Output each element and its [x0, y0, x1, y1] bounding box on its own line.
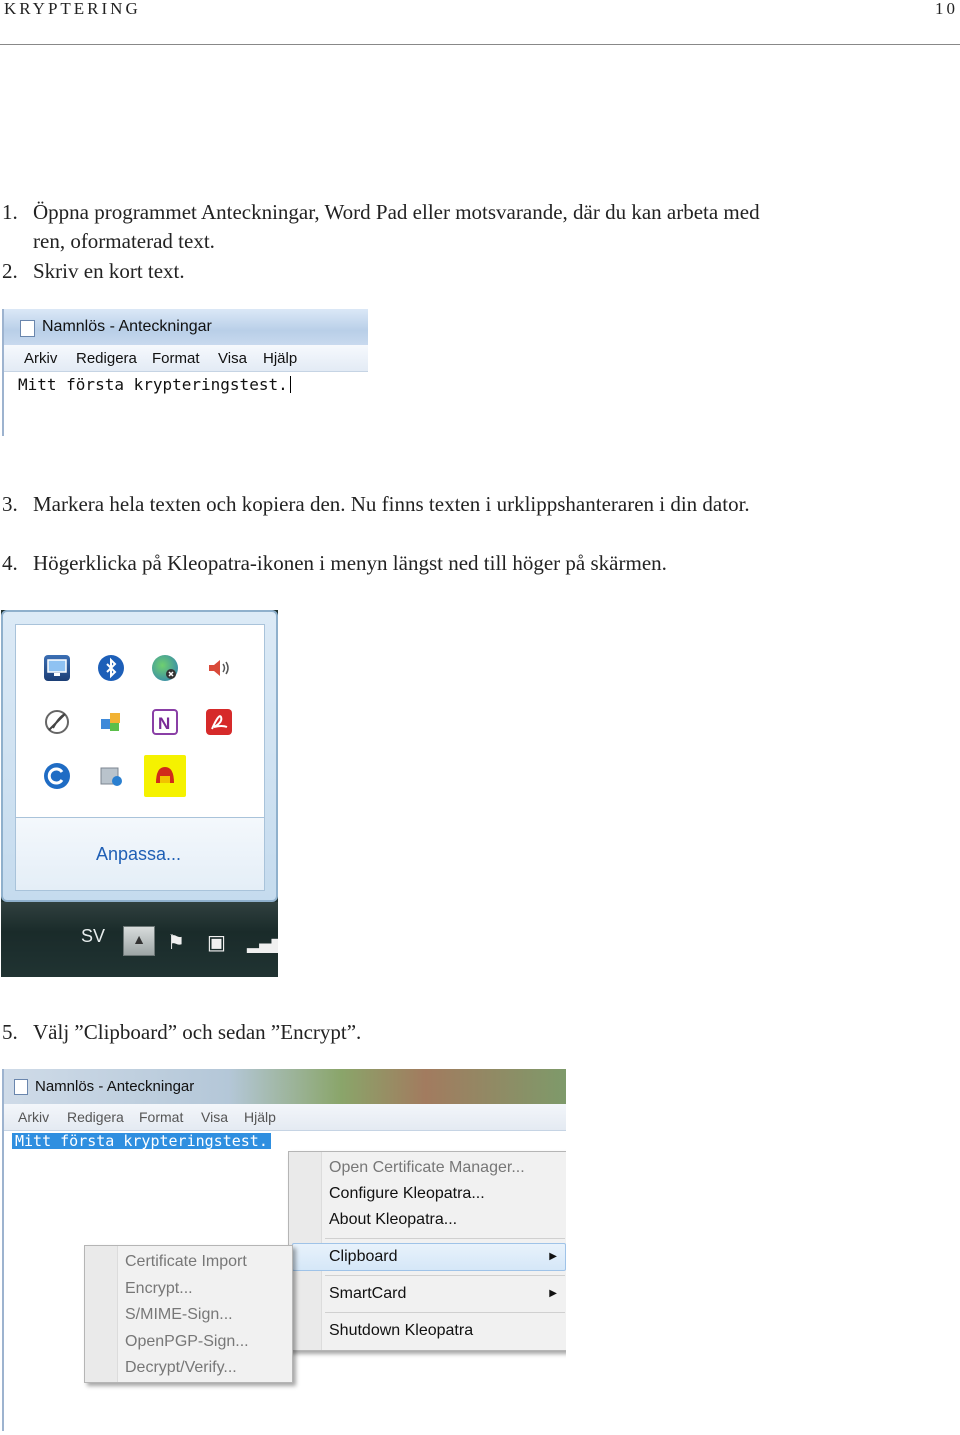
- tray-icon-grid: N: [15, 624, 265, 818]
- signal-bars-icon[interactable]: ▂▄▆: [247, 934, 278, 953]
- notepad-icon: [14, 1079, 28, 1095]
- flag-icon[interactable]: ⚑: [167, 930, 185, 954]
- notepad-with-menu-screenshot: Namnlös - Anteckningar Arkiv Redigera Fo…: [2, 1069, 566, 1431]
- menu-format[interactable]: Format: [139, 1109, 183, 1125]
- menu-item-decrypt-verify[interactable]: Decrypt/Verify...: [125, 1359, 237, 1377]
- menu-hjalp[interactable]: Hjälp: [244, 1109, 276, 1125]
- customize-link-area: Anpassa...: [15, 818, 265, 891]
- step-number: 1.: [2, 200, 18, 224]
- page-number: 10: [935, 0, 958, 18]
- feather-icon[interactable]: [44, 709, 70, 735]
- bluetooth-icon[interactable]: [98, 655, 124, 681]
- step-text: Markera hela texten och kopiera den. Nu …: [33, 492, 750, 516]
- kleopatra-context-menu: Open Certificate Manager... Configure Kl…: [288, 1151, 566, 1351]
- menu-item-smartcard[interactable]: SmartCard: [329, 1285, 406, 1303]
- menu-redigera[interactable]: Redigera: [76, 350, 137, 367]
- kleopatra-icon[interactable]: [144, 755, 186, 797]
- menu-separator: [325, 1312, 565, 1313]
- refresh-circle-icon[interactable]: [44, 763, 70, 789]
- network-globe-icon[interactable]: [152, 655, 178, 681]
- menu-gutter: [85, 1246, 118, 1382]
- window-title: Namnlös - Anteckningar: [42, 318, 212, 335]
- menu-bar: Arkiv Redigera Format Visa Hjälp: [4, 1104, 566, 1131]
- menu-bar: Arkiv Redigera Format Visa Hjälp: [4, 345, 368, 372]
- menu-item-clipboard[interactable]: Clipboard: [329, 1248, 397, 1266]
- step-text: Öppna programmet Anteckningar, Word Pad …: [33, 200, 760, 253]
- chapter-title: KRYPTERING: [4, 0, 141, 18]
- menu-redigera[interactable]: Redigera: [67, 1109, 124, 1125]
- menu-item-encrypt[interactable]: Encrypt...: [125, 1280, 193, 1298]
- menu-separator: [325, 1238, 565, 1239]
- speaker-icon[interactable]: [206, 655, 232, 681]
- menu-item-smime-sign[interactable]: S/MIME-Sign...: [125, 1306, 233, 1324]
- tray-overflow-popup: N Anpassa...: [1, 610, 278, 902]
- menu-visa[interactable]: Visa: [218, 350, 247, 367]
- taskbar: SV ▲ ⚑ ▣ ▂▄▆: [1, 902, 278, 977]
- step-text: Skriv en kort text.: [33, 259, 185, 283]
- step-text: Högerklicka på Kleopatra-ikonen i menyn …: [33, 551, 667, 575]
- step-number: 5.: [2, 1020, 18, 1044]
- menu-item-open-certificate-manager[interactable]: Open Certificate Manager...: [329, 1159, 525, 1177]
- text-caret: [289, 376, 291, 393]
- title-bar: Namnlös - Anteckningar: [4, 309, 368, 345]
- menu-item-configure-kleopatra[interactable]: Configure Kleopatra...: [329, 1185, 485, 1203]
- power-plug-icon[interactable]: ▣: [207, 930, 226, 954]
- step-5: 5. Välj ”Clipboard” och sedan ”Encrypt”.: [2, 1018, 802, 1047]
- language-indicator[interactable]: SV: [81, 926, 105, 947]
- menu-format[interactable]: Format: [152, 350, 200, 367]
- notepad-window: Namnlös - Anteckningar Arkiv Redigera Fo…: [2, 309, 368, 436]
- menu-hjalp[interactable]: Hjälp: [263, 350, 297, 367]
- selected-text[interactable]: Mitt första krypteringstest.: [12, 1133, 271, 1149]
- step-number: 2.: [2, 259, 18, 283]
- notepad-icon: [20, 320, 35, 337]
- step-number: 3.: [2, 492, 18, 516]
- submenu-arrow-icon: ▶: [549, 1251, 557, 1262]
- menu-item-certificate-import[interactable]: Certificate Import: [125, 1253, 247, 1271]
- menu-separator: [325, 1275, 565, 1276]
- safe-icon[interactable]: [98, 763, 124, 789]
- acrobat-icon[interactable]: [206, 709, 232, 735]
- system-tray-screenshot: N Anpassa... SV ▲ ⚑ ▣ ▂▄▆: [1, 610, 278, 977]
- title-bar: Namnlös - Anteckningar: [4, 1069, 566, 1104]
- clipboard-submenu: Certificate Import Encrypt... S/MIME-Sig…: [84, 1245, 293, 1383]
- step-number: 4.: [2, 551, 18, 575]
- menu-item-shutdown-kleopatra[interactable]: Shutdown Kleopatra: [329, 1322, 473, 1340]
- step-2: 2. Skriv en kort text.: [2, 257, 802, 286]
- puzzle-icon[interactable]: [98, 709, 124, 735]
- svg-text:N: N: [158, 714, 170, 733]
- menu-arkiv[interactable]: Arkiv: [18, 1109, 49, 1125]
- window-title: Namnlös - Anteckningar: [35, 1078, 195, 1095]
- step-4: 4. Högerklicka på Kleopatra-ikonen i men…: [2, 549, 802, 578]
- step-text: Välj ”Clipboard” och sedan ”Encrypt”.: [33, 1020, 362, 1044]
- monitor-icon[interactable]: [44, 655, 70, 681]
- show-hidden-icons-button[interactable]: ▲: [123, 926, 155, 956]
- submenu-arrow-icon: ▶: [549, 1288, 557, 1299]
- page-header: KRYPTERING 10: [0, 0, 960, 45]
- menu-item-openpgp-sign[interactable]: OpenPGP-Sign...: [125, 1333, 249, 1351]
- step-1: 1. Öppna programmet Anteckningar, Word P…: [2, 198, 802, 256]
- text-content: Mitt första krypteringstest.: [18, 375, 288, 394]
- menu-item-about-kleopatra[interactable]: About Kleopatra...: [329, 1211, 457, 1229]
- step-3: 3. Markera hela texten och kopiera den. …: [2, 490, 802, 519]
- customize-link[interactable]: Anpassa...: [96, 844, 181, 865]
- menu-visa[interactable]: Visa: [201, 1109, 228, 1125]
- onenote-icon[interactable]: N: [152, 709, 178, 735]
- menu-arkiv[interactable]: Arkiv: [24, 350, 57, 367]
- text-area[interactable]: Mitt första krypteringstest.: [4, 372, 368, 394]
